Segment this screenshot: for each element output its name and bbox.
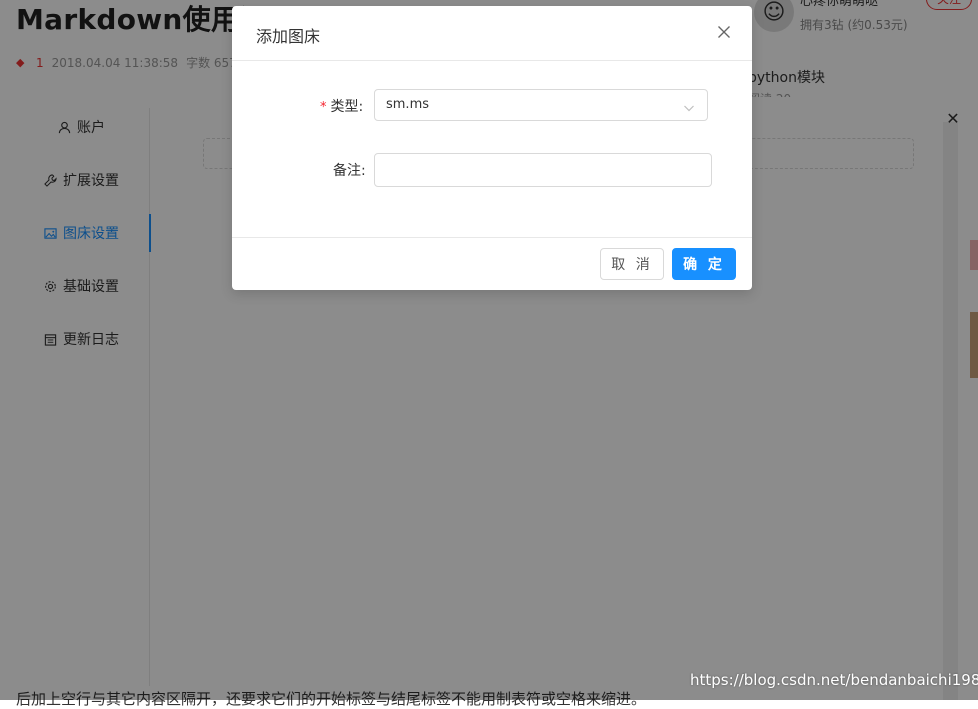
close-icon[interactable] bbox=[712, 20, 736, 44]
add-image-host-dialog: 添加图床 * 类型: sm.ms 备注: 取 消 确 定 bbox=[232, 6, 752, 290]
dialog-title: 添加图床 bbox=[256, 27, 321, 46]
dialog-footer: 取 消 确 定 bbox=[232, 237, 752, 291]
type-field-label: * 类型: bbox=[320, 96, 363, 116]
chevron-down-icon bbox=[683, 99, 695, 112]
ok-button[interactable]: 确 定 bbox=[672, 248, 736, 280]
type-select-value: sm.ms bbox=[386, 97, 430, 112]
type-label-text: 类型: bbox=[330, 99, 364, 115]
dialog-header: 添加图床 bbox=[232, 6, 752, 61]
watermark-text: https://blog.csdn.net/bendanbaichi1989 bbox=[690, 671, 978, 689]
note-field-label: 备注: bbox=[333, 163, 366, 179]
cancel-button[interactable]: 取 消 bbox=[600, 248, 664, 280]
required-mark: * bbox=[320, 100, 327, 115]
note-input[interactable] bbox=[374, 153, 712, 187]
type-select[interactable]: sm.ms bbox=[374, 89, 708, 121]
